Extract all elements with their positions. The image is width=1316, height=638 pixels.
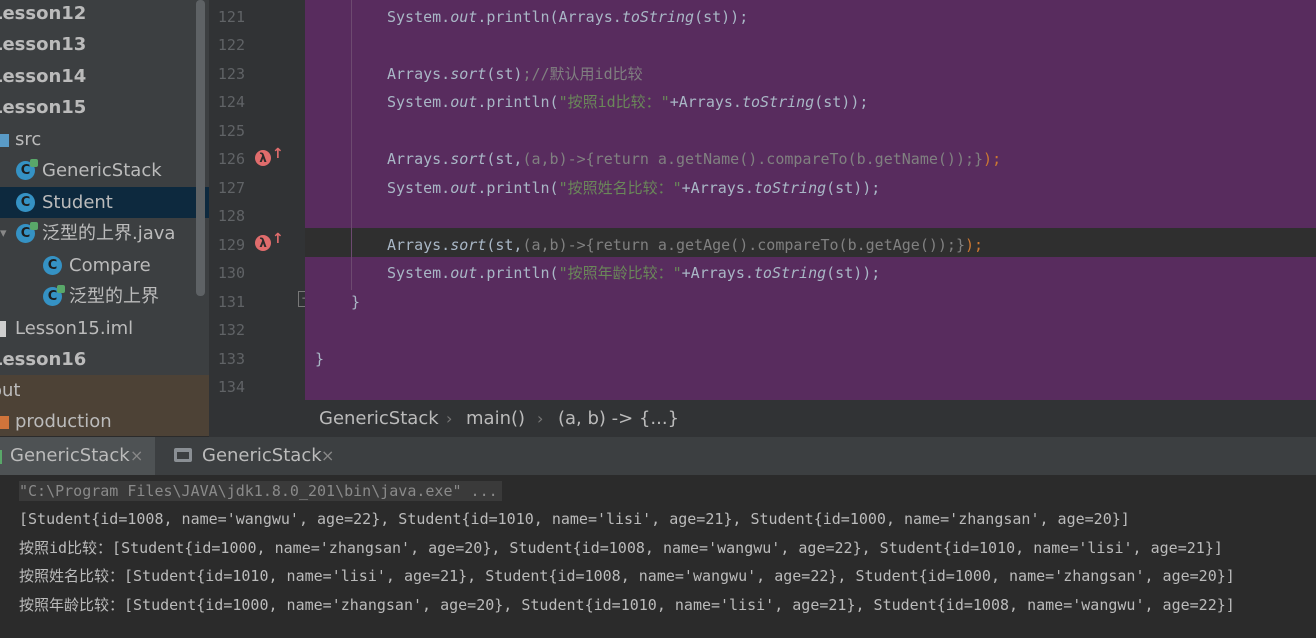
line-number: 122 [217,36,245,54]
tree-item-label: 泛型的上界 [69,286,159,307]
line-number: 133 [217,350,245,368]
source-folder-icon [0,134,9,147]
breadcrumb-class[interactable]: GenericStack [319,400,439,437]
indent-guide [351,0,352,290]
code-line-121[interactable]: System.out.println(Arrays.toString(st)); [387,7,748,27]
tree-item-label: Compare [69,255,151,276]
line-number: 123 [217,65,245,83]
lambda-icon[interactable]: λ ↑ [255,146,284,166]
line-number: 134 [217,378,245,396]
editor-gutter: 121 122 123 124 125 126 127 128 129 130 … [209,0,314,400]
run-tab-genericstack-1[interactable]: GenericStack × [0,437,155,475]
code-editor[interactable]: System.out.println(Arrays.toString(st));… [305,0,1316,400]
code-line-124[interactable]: System.out.println("按照id比较："+Arrays.toSt… [387,92,868,112]
tree-item-java-file[interactable]: ▾ C 泛型的上界.java [0,218,209,249]
implementation-arrow-icon: ↑ [272,231,284,247]
console-output-line: [Student{id=1008, name='wangwu', age=22}… [19,510,1130,528]
tree-item-label: GenericStack [42,160,162,181]
console-output-line: 按照年龄比较：[Student{id=1000, name='zhangsan'… [19,596,1235,614]
console-output-line: 按照id比较：[Student{id=1000, name='zhangsan'… [19,539,1223,557]
console-icon [174,448,192,462]
class-run-icon: C [16,159,38,180]
class-icon: C [16,193,35,212]
tree-item-label: src [15,129,42,150]
close-tab-icon[interactable]: × [321,437,334,475]
tree-item-out[interactable]: out [0,375,209,406]
class-run-icon: C [43,285,65,306]
code-line-126[interactable]: Arrays.sort(st,(a,b)->{return a.getName(… [387,149,1001,169]
tree-item-lesson12[interactable]: Lesson12 [0,0,209,29]
code-line-131[interactable]: } [351,292,360,312]
run-tab-label: GenericStack [10,445,130,466]
line-number: 130 [217,264,245,282]
close-tab-icon[interactable]: × [130,437,143,475]
implementation-arrow-icon: ↑ [272,146,284,162]
tree-item-label: Student [42,192,113,213]
code-line-130[interactable]: System.out.println("按照年龄比较："+Arrays.toSt… [387,263,880,283]
tree-item-lesson16[interactable]: Lesson16 [0,344,209,375]
run-console[interactable]: "C:\Program Files\JAVA\jdk1.8.0_201\bin\… [0,475,1316,638]
tree-item-genericstack[interactable]: C GenericStack [0,155,209,186]
code-line-129[interactable]: Arrays.sort(st,(a,b)->{return a.getAge()… [387,235,983,255]
iml-file-icon [0,321,6,337]
tree-item-label: Lesson14 [0,66,87,87]
expand-arrow-icon[interactable]: ▾ [0,218,7,249]
line-number: 126 [217,150,245,168]
line-number: 124 [217,93,245,111]
run-tab-genericstack-2[interactable]: GenericStack × [163,437,346,475]
run-tool-window-tabs: GenericStack × GenericStack × [0,437,1316,475]
line-number: 132 [217,321,245,339]
line-number: 121 [217,8,245,26]
folder-icon [0,416,9,429]
run-config-icon [0,450,2,464]
tree-item-upper-bound[interactable]: C 泛型的上界 [0,281,209,312]
line-number: 131 [217,293,245,311]
tree-item-label: production [15,411,112,432]
tree-scrollbar[interactable] [196,0,205,296]
line-number: 125 [217,122,245,140]
line-number: 128 [217,207,245,225]
tree-item-student[interactable]: C Student [0,187,209,218]
tree-item-lesson13[interactable]: Lesson13 [0,29,209,60]
class-run-icon: C [16,222,38,243]
tree-item-lesson14[interactable]: Lesson14 [0,61,209,92]
tree-item-label: out [0,380,21,401]
tree-item-lesson15[interactable]: Lesson15 [0,92,209,123]
line-number: 129 [217,236,245,254]
tree-item-production[interactable]: production [0,406,209,436]
tree-item-label: Lesson16 [0,349,87,370]
project-tree: Lesson12 Lesson13 Lesson14 Lesson15 src … [0,0,209,436]
tree-item-label: Lesson15.iml [15,318,134,339]
tree-item-src[interactable]: src [0,124,209,155]
code-line-133[interactable]: } [315,349,324,369]
lambda-icon[interactable]: λ ↑ [255,231,284,251]
run-tab-label: GenericStack [202,445,322,466]
code-line-127[interactable]: System.out.println("按照姓名比较："+Arrays.toSt… [387,178,880,198]
console-output-line: 按照姓名比较：[Student{id=1010, name='lisi', ag… [19,567,1235,585]
line-number: 127 [217,179,245,197]
breadcrumb-method[interactable]: main() [466,400,525,437]
code-line-123[interactable]: Arrays.sort(st);//默认用id比较 [387,64,643,84]
breadcrumb: GenericStack › main() › (a, b) -> {...} [209,400,1316,437]
tree-item-label: 泛型的上界.java [42,223,176,244]
console-command-line[interactable]: "C:\Program Files\JAVA\jdk1.8.0_201\bin\… [19,481,502,501]
tree-item-iml[interactable]: Lesson15.iml [0,313,209,344]
breadcrumb-separator: › [537,409,544,428]
tree-item-compare[interactable]: C Compare [0,250,209,281]
class-icon: C [43,256,62,275]
breadcrumb-separator: › [446,409,453,428]
tree-item-label: Lesson15 [0,97,87,118]
tree-item-label: Lesson13 [0,34,87,55]
tree-item-label: Lesson12 [0,3,87,24]
breadcrumb-lambda[interactable]: (a, b) -> {...} [558,400,679,437]
